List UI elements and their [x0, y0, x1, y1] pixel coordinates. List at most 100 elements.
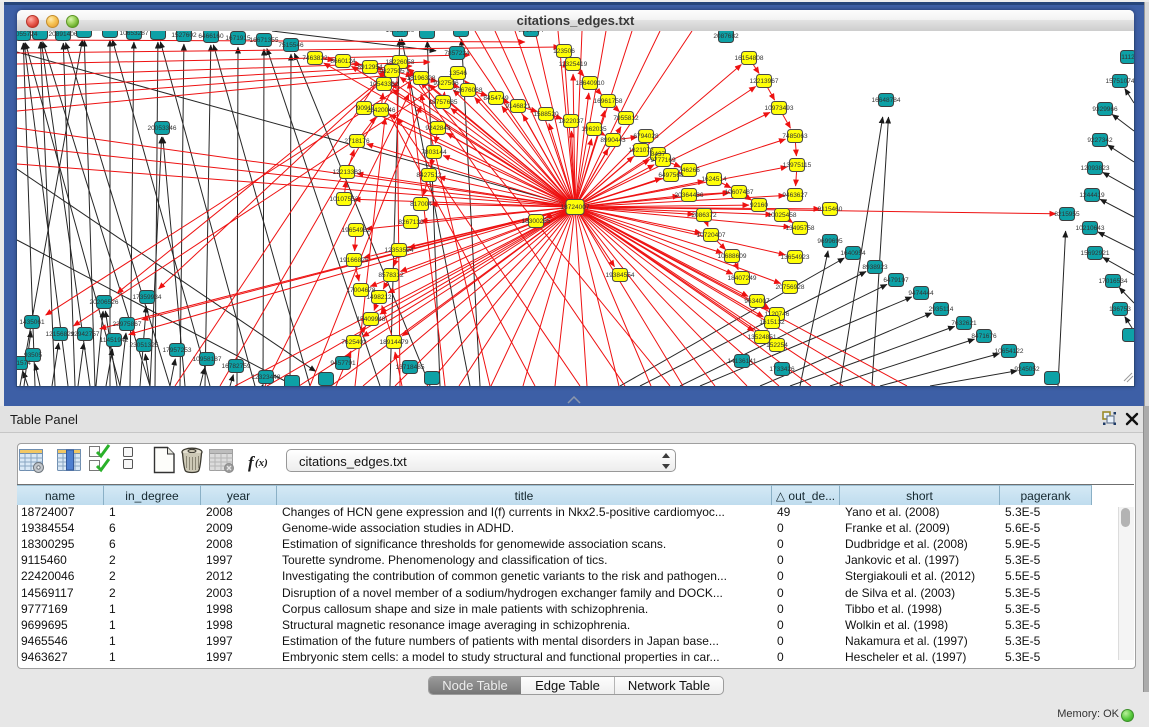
svg-text:15409948: 15409948	[357, 316, 386, 323]
svg-text:12213967: 12213967	[750, 78, 779, 85]
svg-text:123506: 123506	[553, 48, 575, 55]
svg-text:6497568: 6497568	[658, 172, 684, 179]
svg-text:10688609: 10688609	[718, 253, 747, 260]
svg-text:10653287: 10653287	[120, 31, 149, 37]
svg-text:14055724: 14055724	[16, 31, 38, 38]
svg-text:9474444: 9474444	[908, 290, 934, 297]
svg-text:1435061: 1435061	[19, 319, 45, 326]
svg-text:8427512: 8427512	[416, 172, 442, 179]
svg-text:1615132: 1615132	[759, 319, 785, 326]
svg-text:9242848: 9242848	[425, 125, 451, 132]
svg-text:9463627: 9463627	[782, 192, 808, 199]
svg-text:20756928: 20756928	[776, 284, 805, 291]
svg-text:16782759: 16782759	[222, 363, 251, 370]
svg-text:13718485: 13718485	[396, 364, 425, 371]
svg-text:18757685: 18757685	[429, 99, 458, 106]
svg-text:18196328: 18196328	[407, 75, 436, 82]
svg-text:9115460: 9115460	[818, 206, 843, 213]
svg-text:1962035: 1962035	[581, 126, 607, 133]
svg-text:12942757: 12942757	[71, 331, 100, 338]
svg-text:12093823: 12093823	[1081, 165, 1110, 172]
svg-text:18407249: 18407249	[728, 275, 757, 282]
svg-text:13524851: 13524851	[748, 334, 777, 341]
svg-text:10973493: 10973493	[765, 105, 794, 112]
svg-text:19384554: 19384554	[606, 272, 635, 279]
svg-text:(x): (x)	[255, 457, 268, 469]
svg-text:16671355: 16671355	[250, 37, 279, 44]
svg-text:15751074: 15751074	[1106, 78, 1135, 85]
svg-text:8938923: 8938923	[862, 264, 888, 271]
svg-text:7625402: 7625402	[341, 339, 367, 346]
svg-text:17359934: 17359934	[133, 294, 162, 301]
svg-text:2935114: 2935114	[929, 306, 954, 313]
svg-text:1733426: 1733426	[769, 366, 795, 373]
svg-text:7485063: 7485063	[782, 133, 808, 140]
svg-text:10958187: 10958187	[193, 356, 222, 363]
svg-text:15692921: 15692921	[1081, 250, 1110, 257]
svg-text:136753: 136753	[1109, 306, 1131, 313]
svg-text:391574: 391574	[16, 360, 31, 367]
svg-text:6479197: 6479197	[883, 277, 909, 284]
svg-text:7857224: 7857224	[444, 50, 470, 57]
svg-text:18226058: 18226058	[386, 59, 415, 66]
svg-text:8267130: 8267130	[398, 219, 424, 226]
svg-text:16648784: 16648784	[872, 97, 901, 104]
svg-text:1527602: 1527602	[171, 32, 197, 39]
svg-text:10720407: 10720407	[697, 232, 726, 239]
svg-text:12353594: 12353594	[385, 247, 414, 254]
svg-text:1498212: 1498212	[366, 294, 392, 301]
svg-text:2086372: 2086372	[691, 212, 717, 219]
svg-text:18724007: 18724007	[561, 204, 590, 211]
svg-text:20891406: 20891406	[49, 31, 78, 38]
svg-text:10607487: 10607487	[725, 189, 754, 196]
svg-text:10654122: 10654122	[995, 348, 1024, 355]
svg-text:20206526: 20206526	[90, 299, 119, 306]
svg-text:7515546: 7515546	[278, 42, 304, 49]
svg-text:22420046: 22420046	[367, 107, 396, 114]
svg-text:10543382: 10543382	[370, 81, 399, 88]
svg-text:1588520: 1588520	[533, 111, 559, 118]
svg-text:6466160: 6466160	[198, 33, 224, 40]
svg-text:9329966: 9329966	[1092, 106, 1118, 113]
svg-text:10025458: 10025458	[768, 212, 797, 219]
svg-text:19166825: 19166825	[340, 257, 369, 264]
svg-text:8813054: 8813054	[518, 31, 544, 34]
svg-text:8454749: 8454749	[483, 95, 509, 102]
svg-text:9457791: 9457791	[330, 360, 356, 367]
svg-text:9327505: 9327505	[379, 68, 405, 75]
svg-text:92160: 92160	[750, 202, 768, 209]
svg-text:1624514: 1624514	[701, 176, 727, 183]
svg-text:20053346: 20053346	[148, 125, 177, 132]
svg-text:9699695: 9699695	[817, 238, 843, 245]
svg-text:16961758: 16961758	[594, 98, 623, 105]
svg-text:23051325: 23051325	[130, 342, 159, 349]
svg-text:22975867: 22975867	[113, 321, 142, 328]
svg-text:18914479: 18914479	[380, 339, 409, 346]
svg-text:13495758: 13495758	[786, 225, 815, 232]
svg-text:7463822: 7463822	[302, 55, 328, 62]
svg-text:12213383: 12213383	[333, 169, 362, 176]
svg-text:16033809: 16033809	[386, 31, 415, 34]
svg-text:19654982: 19654982	[342, 227, 371, 234]
svg-text:1112: 1112	[1121, 54, 1135, 61]
svg-text:8578312: 8578312	[378, 272, 404, 279]
svg-text:1671915: 1671915	[225, 35, 251, 42]
svg-text:12323448: 12323448	[252, 374, 281, 381]
svg-text:17004678: 17004678	[347, 287, 376, 294]
svg-text:6794028: 6794028	[633, 133, 659, 140]
svg-text:7955812: 7955812	[613, 115, 639, 122]
svg-text:817004: 817004	[410, 201, 432, 208]
svg-text:17957253: 17957253	[163, 347, 192, 354]
svg-text:18640910: 18640910	[576, 80, 605, 87]
svg-text:13654923: 13654923	[781, 254, 810, 261]
svg-text:10210643: 10210643	[1076, 225, 1105, 232]
svg-text:9634007: 9634007	[744, 298, 770, 305]
svg-text:8990443: 8990443	[600, 137, 626, 144]
svg-text:2087682: 2087682	[713, 33, 739, 40]
svg-text:18300295: 18300295	[522, 218, 551, 225]
svg-text:2718176: 2718176	[344, 138, 370, 145]
svg-text:1822037: 1822037	[558, 118, 584, 125]
svg-text:13546: 13546	[449, 70, 467, 77]
svg-text:8215955: 8215955	[1054, 211, 1080, 218]
svg-text:1244419: 1244419	[1079, 192, 1105, 199]
